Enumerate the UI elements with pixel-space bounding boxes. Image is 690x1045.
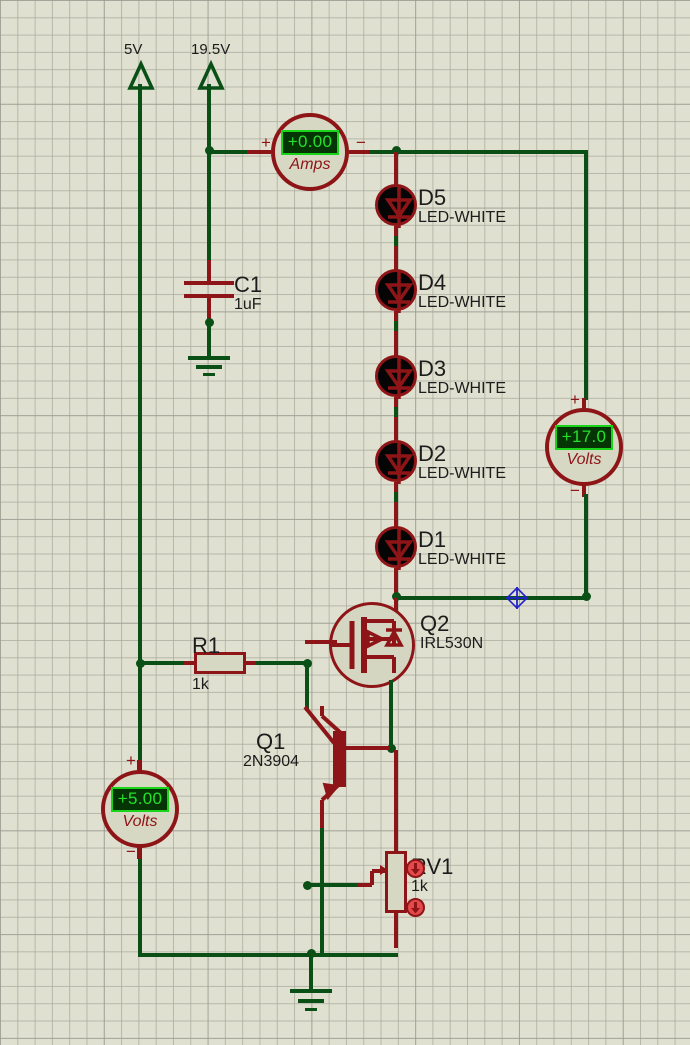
probe-cursor-icon[interactable] [505,586,529,610]
d1-reference: D1 [418,527,447,552]
wire-d5-d4-a [394,226,398,236]
ammeter[interactable]: +0.00 Amps [271,113,349,191]
voltmeter-left-unit: Volts [122,812,158,830]
rv1-increase-button[interactable] [406,859,425,878]
d4-value: LED-WHITE [418,294,506,311]
r1-value: 1k [192,676,209,693]
wire-d4-d3-b [394,321,398,331]
voltmeter-left-reading: +5.00 [110,787,170,812]
d3-value: LED-WHITE [418,380,506,397]
d3-reference: D3 [418,356,447,381]
wire-d2-d1-c [394,502,398,527]
wire-d4-d3-c [394,331,398,356]
rv1-wiper-arrow [356,865,388,887]
wire-ground-stem [309,953,313,991]
mosfet-q2-body[interactable] [329,602,415,688]
junction-5v-r1 [136,659,145,668]
ground-main-bar1 [290,989,332,993]
voltmeter-left-plus-sign: + [126,751,136,770]
q2-value: IRL530N [420,635,484,652]
d4-reference: D4 [418,270,447,295]
led-d2[interactable] [375,440,417,484]
d2-reference: D2 [418,441,447,466]
d5-value: LED-WHITE [418,209,506,226]
wire-d5-d4-b [394,236,398,246]
voltmeter-left-minus-sign: − [126,842,136,861]
wire-r1-to-gate [256,661,308,665]
ground-main-bar2 [298,999,324,1003]
ground-c1-bar3 [203,373,215,376]
ground-main-bar3 [305,1008,317,1011]
d5-reference: D5 [418,185,447,210]
capacitor-plate-top [184,281,234,285]
ammeter-plus-sign: + [261,133,271,152]
wire-d2-d1-b [394,492,398,502]
wire-q1-emitter-down [320,828,324,956]
wire-c1-top-lead [207,260,211,282]
c1-value: 1uF [234,296,262,313]
wire-5v-to-r1 [140,661,186,665]
q1-emitter-lead [320,778,346,830]
led-d4[interactable] [375,269,417,313]
voltmeter-right-unit: Volts [566,450,602,468]
wire-c1-to-ground [207,322,211,358]
wire-drain-node [394,596,588,600]
led-d3[interactable] [375,355,417,399]
wire-bottom-bus [138,953,398,957]
c1-reference: C1 [234,272,263,297]
wire-d2-d1-a [394,482,398,492]
voltmeter-left[interactable]: +5.00 Volts [101,770,179,848]
d2-value: LED-WHITE [418,465,506,482]
wire-voltmeter-right-to-drain [584,494,588,598]
wire-d5-d4-c [394,246,398,271]
ammeter-reading: +0.00 [280,130,340,155]
wire-top-bus [369,150,588,154]
wire-q2-source-down [389,680,393,748]
wire-q2-gate-lead [305,640,337,644]
led-d5[interactable] [375,184,417,228]
wire-led-d5-top [394,152,398,186]
wire-d3-d2-a [394,397,398,407]
wire-d3-d2-c [394,417,398,442]
wire-right-down-to-voltmeter [584,150,588,400]
q1-reference: Q1 [256,729,286,754]
led-d1[interactable] [375,526,417,570]
arrow-down-icon [411,863,420,875]
voltmeter-right-reading: +17.0 [554,425,614,450]
schematic-canvas[interactable]: 5V 19.5V +0.00 Amps + − C1 1uF D5 LED-WH… [0,0,690,1045]
wire-voltmeter-left-bottom-lead [137,845,141,859]
wire-d3-d2-b [394,407,398,417]
wire-rv1-bottom-lead [394,910,398,948]
rv1-decrease-button[interactable] [406,898,425,917]
junction-drain-right [582,592,591,601]
rv1-value: 1k [411,878,428,895]
q1-collector-lead [320,706,344,736]
wire-rv1-wiper-to-emitter [305,883,357,887]
q2-reference: Q2 [420,611,450,636]
wire-d4-d3-a [394,311,398,321]
d1-value: LED-WHITE [418,551,506,568]
arrow-down-icon [411,902,420,914]
rail-arrow-19v5 [197,59,225,90]
wire-rv1-top-lead [394,750,398,852]
rail-label-19v5: 19.5V [191,41,231,58]
wire-q1-collector-to-node [345,746,389,750]
ground-c1-bar1 [188,356,230,360]
ammeter-unit: Amps [289,155,331,173]
r1-reference: R1 [192,633,221,658]
wire-gate-node-down [305,663,309,711]
voltmeter-right-plus-sign: + [570,390,580,409]
ammeter-minus-sign: − [356,133,366,152]
wire-to-capacitor [207,150,211,278]
rail-label-5v: 5V [124,41,143,58]
voltmeter-right[interactable]: +17.0 Volts [545,408,623,486]
ground-c1-bar2 [196,365,222,369]
junction-rv1-wiper [303,881,312,890]
q1-value: 2N3904 [243,753,300,770]
voltmeter-right-minus-sign: − [570,481,580,500]
wire-ammeter-right-lead [349,150,371,154]
